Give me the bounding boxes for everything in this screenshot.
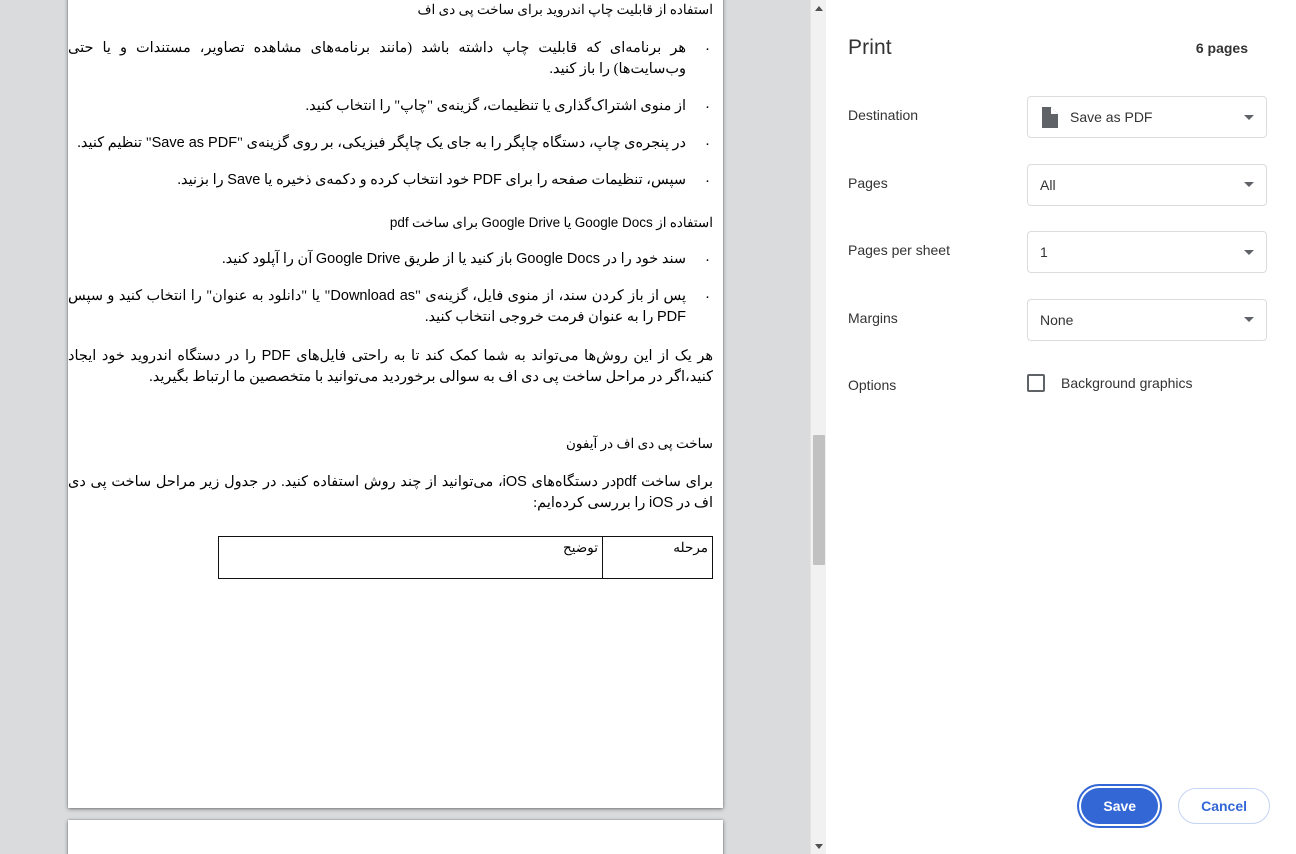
document-heading-iphone: ساخت پی دی اف در آیفون — [566, 436, 713, 451]
print-dialog-header: Print 6 pages — [826, 28, 1296, 68]
document-heading-android: استفاده از قابلیت چاپ اندروید برای ساخت … — [417, 2, 713, 17]
pages-label: Pages — [848, 174, 888, 191]
setting-row-destination: Destination Save as PDF — [826, 96, 1296, 164]
page-title: Print — [848, 36, 892, 59]
table-row: مرحله توضیح — [218, 536, 713, 579]
scrollbar-thumb[interactable] — [813, 435, 825, 565]
print-preview-screen: استفاده از قابلیت چاپ اندروید برای ساخت … — [0, 0, 1296, 854]
document-icon — [1042, 106, 1058, 128]
preview-scrollbar[interactable] — [810, 0, 826, 854]
cancel-button[interactable]: Cancel — [1178, 788, 1270, 824]
scroll-up-icon[interactable] — [811, 0, 826, 16]
document-closing-paragraph: هر یک از این روش‌ها می‌تواند به شما کمک … — [68, 348, 714, 385]
print-settings-list: Destination Save as PDF Pages All Pages … — [826, 96, 1296, 426]
list-item: از منوی اشتراک‌گذاری یا تنظیمات، گزینه‌ی… — [68, 96, 718, 119]
destination-value: Save as PDF — [1070, 109, 1153, 125]
list-item: در پنجره‌ی چاپ، دستگاه چاپگر را به جای ی… — [68, 133, 718, 156]
dialog-footer: Save Cancel — [826, 758, 1296, 854]
preview-page-1: استفاده از قابلیت چاپ اندروید برای ساخت … — [68, 0, 723, 808]
pages-per-sheet-label: Pages per sheet — [848, 242, 950, 258]
pages-per-sheet-value: 1 — [1040, 244, 1048, 260]
chevron-down-icon — [1244, 317, 1254, 322]
document-heading-googledocs: استفاده از Google Docs یا Google Drive ب… — [389, 215, 713, 230]
setting-row-margins: Margins None — [826, 298, 1296, 367]
android-steps-list: هر برنامه‌ای که قابلیت چاپ داشته باشد (م… — [68, 38, 718, 193]
document-content: استفاده از قابلیت چاپ اندروید برای ساخت … — [68, 0, 723, 579]
table-header-step: مرحله — [602, 536, 713, 579]
chevron-down-icon — [1244, 249, 1254, 255]
options-label: Options — [848, 377, 897, 393]
setting-row-options: Options Background graphics — [826, 366, 1296, 426]
margins-label: Margins — [848, 309, 898, 326]
table-header-description: توضیح — [218, 536, 603, 579]
destination-select[interactable]: Save as PDF — [1027, 96, 1267, 138]
document-ios-paragraph: برای ساخت pdfدر دستگاه‌های iOS، می‌توانی… — [68, 474, 713, 511]
googledocs-steps-list: سند خود را در Google Docs باز کنید یا از… — [68, 249, 718, 328]
save-button[interactable]: Save — [1081, 788, 1159, 824]
setting-row-pages-per-sheet: Pages per sheet 1 — [826, 231, 1296, 299]
list-item: هر برنامه‌ای که قابلیت چاپ داشته باشد (م… — [68, 38, 718, 80]
pages-select[interactable]: All — [1027, 163, 1267, 206]
list-item: سند خود را در Google Docs باز کنید یا از… — [68, 249, 718, 272]
pages-value: All — [1040, 176, 1056, 193]
print-dialog-panel: Print 6 pages Destination Save as PDF Pa… — [826, 0, 1296, 854]
chevron-down-icon — [1244, 182, 1254, 187]
list-item: سپس، تنظیمات صفحه را برای PDF خود انتخاب… — [68, 170, 718, 193]
page-count-label: 6 pages — [1195, 40, 1248, 56]
scroll-down-icon[interactable] — [811, 838, 826, 854]
destination-label: Destination — [848, 107, 919, 123]
chevron-down-icon — [1244, 114, 1254, 120]
list-item: پس از باز کردن سند، از منوی فایل، گزینه‌… — [68, 286, 718, 328]
ios-steps-table: مرحله توضیح — [218, 536, 713, 579]
background-graphics-label: Background graphics — [1061, 375, 1193, 391]
background-graphics-checkbox[interactable] — [1027, 374, 1045, 392]
print-preview-area[interactable]: استفاده از قابلیت چاپ اندروید برای ساخت … — [0, 0, 826, 854]
background-graphics-option[interactable]: Background graphics — [1027, 366, 1193, 392]
margins-value: None — [1040, 311, 1074, 328]
preview-page-2 — [68, 820, 723, 854]
pages-per-sheet-select[interactable]: 1 — [1027, 231, 1267, 273]
margins-select[interactable]: None — [1027, 298, 1267, 341]
setting-row-pages: Pages All — [826, 163, 1296, 232]
